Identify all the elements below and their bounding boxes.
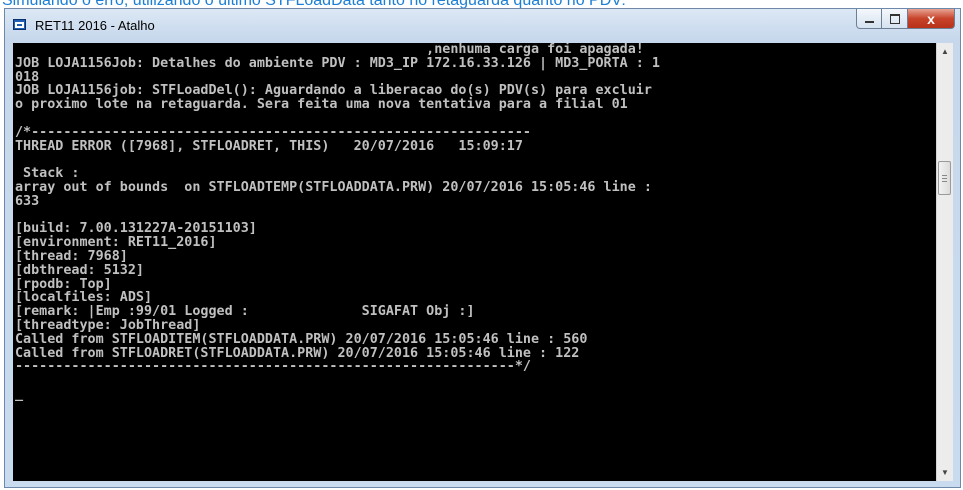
console-window-icon[interactable]: [13, 19, 26, 30]
scrollbar-thumb[interactable]: [938, 161, 951, 195]
console-window[interactable]: RET11 2016 - Atalho x ,nenhuma carga foi…: [4, 8, 961, 488]
console-line: ----------------------------------------…: [15, 359, 531, 375]
console-text: ,nenhuma carga foi apagada! JOB LOJA1156…: [13, 43, 936, 402]
thumb-grip-line: [942, 175, 947, 176]
console-line: [environment: RET11_2016]: [15, 235, 217, 251]
title-bar[interactable]: RET11 2016 - Atalho x: [5, 9, 960, 39]
minimize-icon: [864, 20, 874, 23]
console-line: JOB LOJA1156Job: Detalhes do ambiente PD…: [15, 55, 660, 71]
window-title: RET11 2016 - Atalho: [35, 18, 155, 33]
thumb-grip-line: [942, 178, 947, 179]
close-icon: x: [927, 10, 935, 27]
vertical-scrollbar[interactable]: ▲ ▼: [936, 43, 953, 481]
console-line: Called from STFLOADRET(STFLOADDATA.PRW) …: [15, 345, 580, 361]
scroll-down-arrow-icon[interactable]: ▼: [937, 464, 953, 481]
thumb-grip-line: [942, 181, 947, 182]
console-line: /*--------------------------------------…: [15, 124, 531, 140]
console-line: _: [15, 386, 24, 402]
console-line: [threadtype: JobThread]: [15, 317, 201, 333]
console-line: [thread: 7968]: [15, 248, 128, 264]
console-line: [dbthread: 5132]: [15, 262, 144, 278]
scroll-up-arrow-icon[interactable]: ▲: [937, 43, 953, 60]
console-line: Stack :: [15, 166, 80, 182]
console-line: array out of bounds on STFLOADTEMP(STFLO…: [15, 179, 652, 195]
console-line: [remark: |Emp :99/01 Logged : SIGAFAT Ob…: [15, 304, 475, 320]
console-line: o proximo lote na retaguarda. Sera feita…: [15, 97, 628, 113]
console-line: THREAD ERROR ([7968], STFLOADRET, THIS) …: [15, 138, 523, 154]
console-line: Called from STFLOADITEM(STFLOADDATA.PRW)…: [15, 331, 588, 347]
minimize-button[interactable]: [856, 9, 882, 29]
close-button[interactable]: x: [908, 9, 955, 29]
window-controls: x: [856, 9, 955, 31]
maximize-icon: [889, 13, 900, 24]
console-line: 633: [15, 193, 40, 209]
console-output[interactable]: ,nenhuma carga foi apagada! JOB LOJA1156…: [13, 43, 936, 481]
maximize-button[interactable]: [882, 9, 908, 29]
